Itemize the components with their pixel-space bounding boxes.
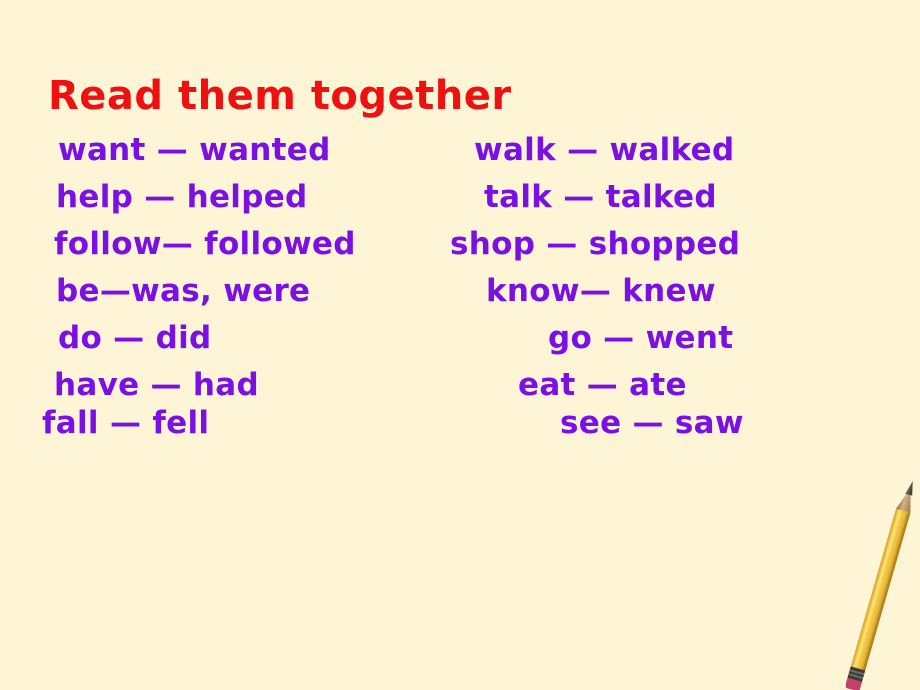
- word-pair-right: walk — walked: [474, 132, 735, 168]
- word-pair-left: help — helped: [56, 179, 308, 215]
- word-pair-right: see — saw: [560, 405, 744, 441]
- word-pair-right: talk — talked: [484, 179, 717, 215]
- word-pair-left: want — wanted: [58, 132, 331, 168]
- slide-canvas: Read them together want — wanted walk — …: [0, 0, 920, 690]
- page-title: Read them together: [48, 73, 512, 119]
- word-pair-row: help — helped talk — talked: [0, 177, 920, 224]
- word-pair-left: follow— followed: [54, 226, 356, 262]
- word-pair-row: be—was, were know— knew: [0, 271, 920, 318]
- word-pair-right: eat — ate: [518, 367, 687, 403]
- word-pair-left: be—was, were: [56, 273, 311, 309]
- word-pair-row: do — did go — went: [0, 318, 920, 365]
- word-pair-left: do — did: [58, 320, 212, 356]
- word-pair-left: fall — fell: [42, 405, 210, 441]
- word-pair-right: go — went: [548, 320, 734, 356]
- word-pair-row: follow— followed shop — shopped: [0, 224, 920, 271]
- word-pair-right: know— knew: [486, 273, 716, 309]
- word-pair-right: shop — shopped: [450, 226, 741, 262]
- word-pair-row: want — wanted walk — walked: [0, 130, 920, 177]
- pencil-icon: [846, 481, 913, 690]
- word-pair-row: fall — fell see — saw: [0, 403, 920, 450]
- word-pair-left: have — had: [54, 367, 259, 403]
